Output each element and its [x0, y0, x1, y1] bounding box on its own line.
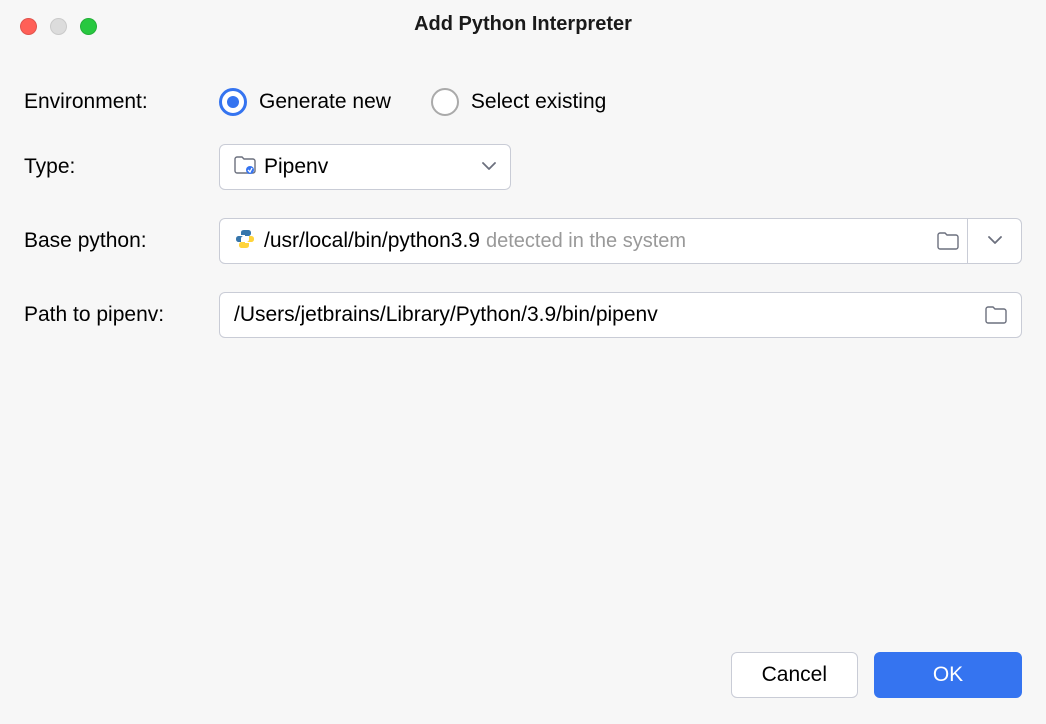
cancel-button[interactable]: Cancel	[731, 652, 858, 698]
dialog-content: Environment: Generate new Select existin…	[0, 48, 1046, 652]
type-value: Pipenv	[264, 155, 474, 179]
add-interpreter-dialog: Add Python Interpreter Environment: Gene…	[0, 0, 1046, 724]
base-python-row: Base python: /usr/local/bin/python3.9 det…	[24, 218, 1022, 264]
base-python-hint: detected in the system	[486, 230, 686, 252]
radio-indicator-unselected	[431, 88, 459, 116]
python-icon	[234, 228, 256, 255]
radio-indicator-selected	[219, 88, 247, 116]
environment-radio-group: Generate new Select existing	[219, 88, 606, 116]
cancel-button-label: Cancel	[762, 663, 827, 687]
environment-row: Environment: Generate new Select existin…	[24, 88, 1022, 116]
base-python-text: /usr/local/bin/python3.9 detected in the …	[264, 229, 929, 253]
base-python-input[interactable]: /usr/local/bin/python3.9 detected in the …	[219, 218, 1022, 264]
path-to-pipenv-label: Path to pipenv:	[24, 303, 219, 327]
close-window-button[interactable]	[20, 18, 37, 35]
folder-icon[interactable]	[985, 306, 1007, 324]
ok-button-label: OK	[933, 663, 963, 687]
base-python-label: Base python:	[24, 229, 219, 253]
base-python-value: /usr/local/bin/python3.9	[264, 229, 480, 252]
type-label: Type:	[24, 155, 219, 179]
path-to-pipenv-input[interactable]: /Users/jetbrains/Library/Python/3.9/bin/…	[219, 292, 1022, 338]
titlebar: Add Python Interpreter	[0, 0, 1046, 48]
radio-generate-new[interactable]: Generate new	[219, 88, 391, 116]
environment-label: Environment:	[24, 90, 219, 114]
path-to-pipenv-value: /Users/jetbrains/Library/Python/3.9/bin/…	[234, 303, 977, 327]
folder-icon[interactable]	[937, 232, 959, 250]
pipenv-folder-icon	[234, 156, 256, 179]
radio-select-existing[interactable]: Select existing	[431, 88, 606, 116]
radio-label-select-existing: Select existing	[471, 90, 606, 114]
chevron-down-icon	[988, 232, 1002, 250]
path-to-pipenv-row: Path to pipenv: /Users/jetbrains/Library…	[24, 292, 1022, 338]
base-python-dropdown-button[interactable]	[967, 219, 1021, 263]
dialog-footer: Cancel OK	[0, 652, 1046, 724]
minimize-window-button[interactable]	[50, 18, 67, 35]
type-select[interactable]: Pipenv	[219, 144, 511, 190]
window-controls	[20, 18, 97, 35]
type-row: Type: Pipenv	[24, 144, 1022, 190]
window-title: Add Python Interpreter	[20, 13, 1026, 36]
radio-label-generate-new: Generate new	[259, 90, 391, 114]
ok-button[interactable]: OK	[874, 652, 1022, 698]
chevron-down-icon	[482, 158, 496, 176]
maximize-window-button[interactable]	[80, 18, 97, 35]
